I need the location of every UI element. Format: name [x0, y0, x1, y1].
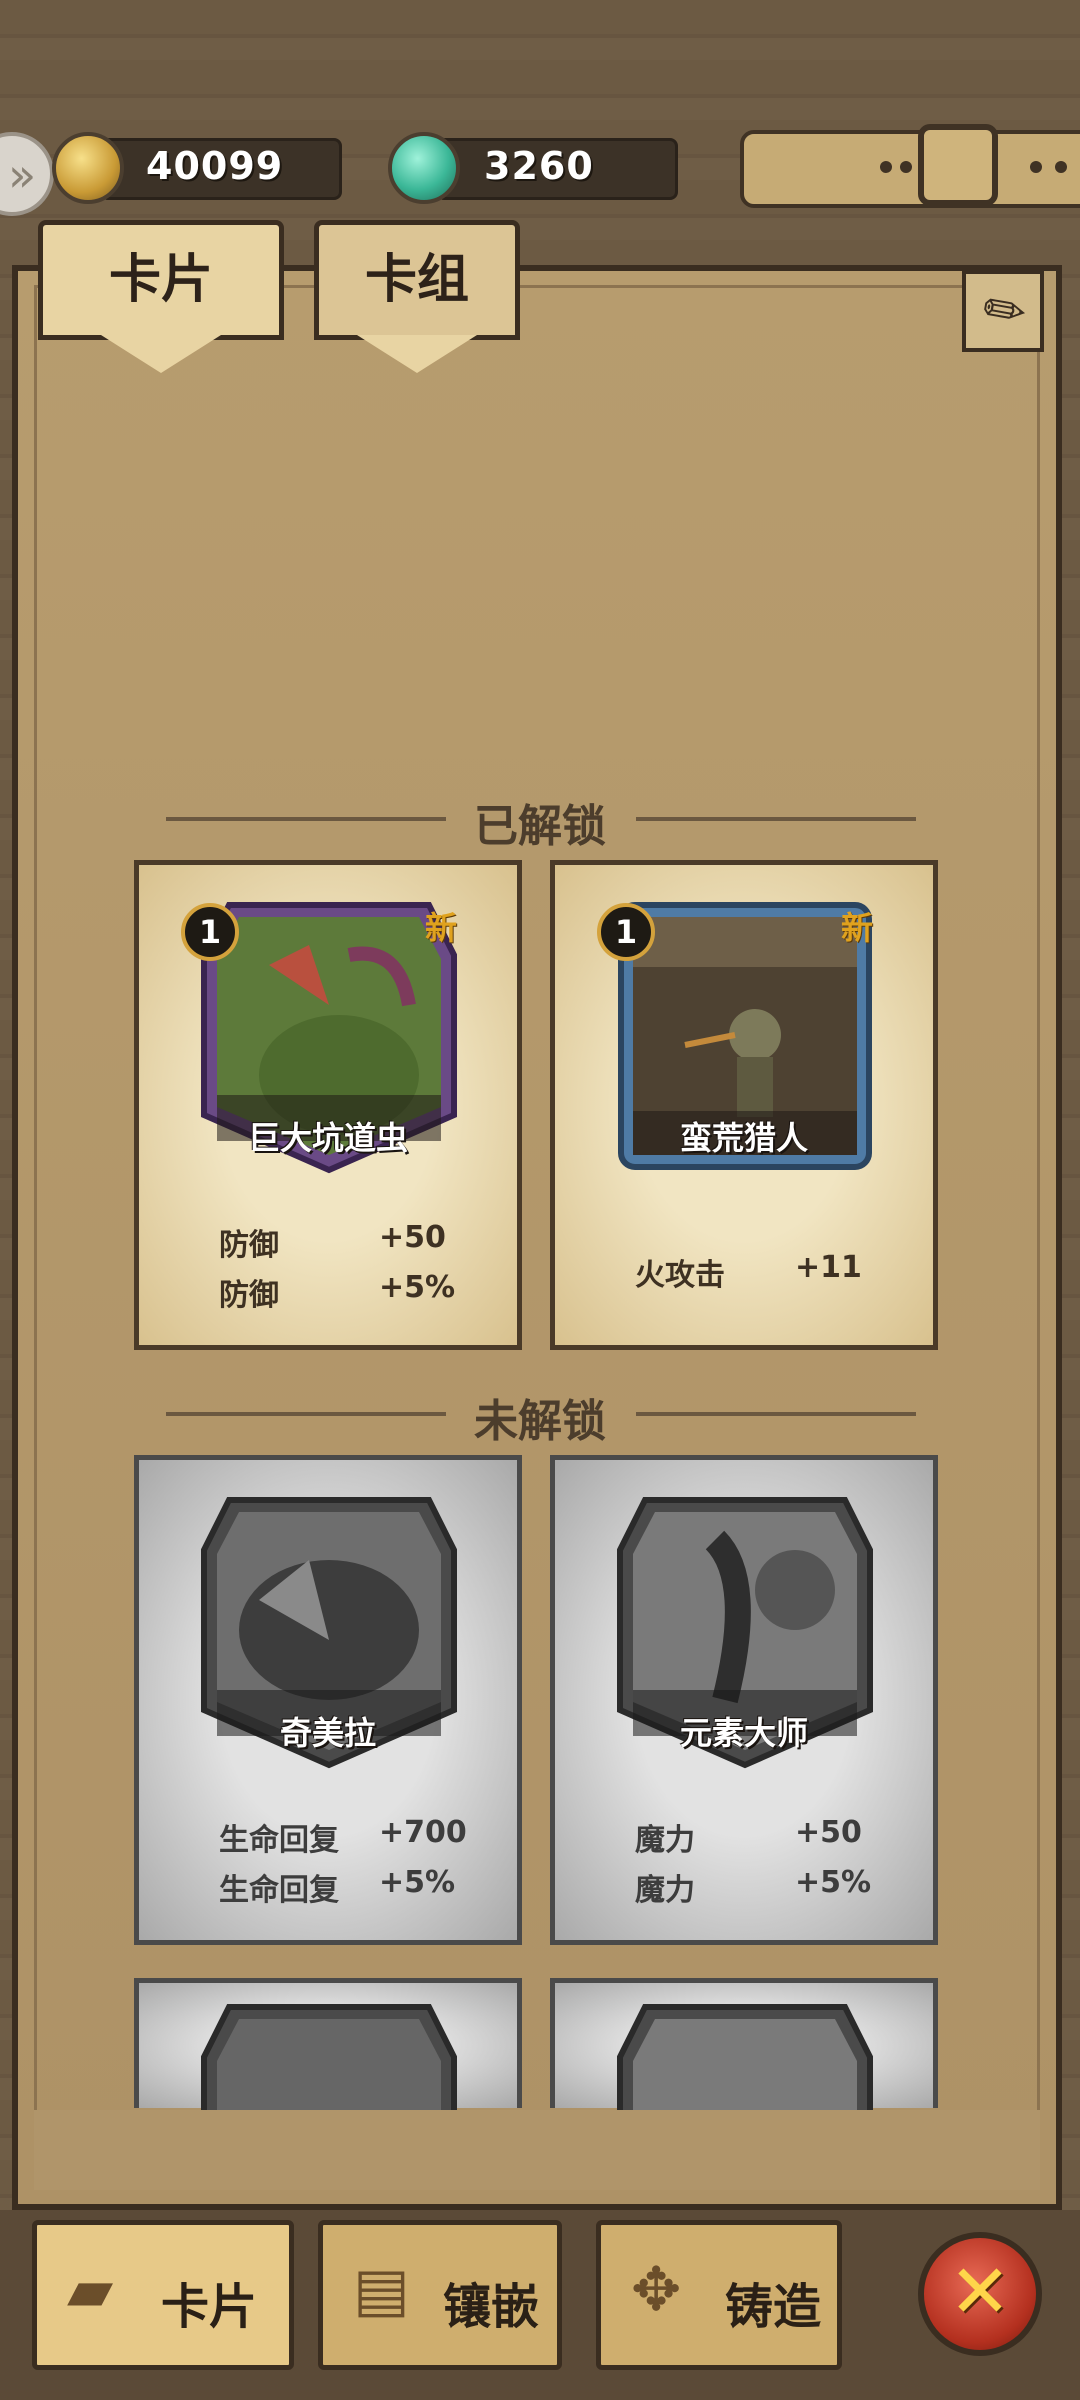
nav-forge-button[interactable]: ✥ 铸造: [596, 2220, 842, 2370]
card-stat-row: 生命回复 +5%: [219, 1865, 469, 1909]
stat-value: +5%: [379, 1270, 456, 1305]
nav-inlay-button[interactable]: ▤ 镶嵌: [318, 2220, 562, 2370]
book-icon: ▤: [353, 2255, 410, 2325]
nav-forge-label: 铸造: [725, 2279, 822, 2335]
belt-stud: [1030, 161, 1042, 173]
stat-value: +5%: [379, 1865, 456, 1900]
close-x-icon: ✕: [948, 2249, 1011, 2335]
nav-cards-label: 卡片: [161, 2279, 258, 2335]
card-partial[interactable]: [134, 1978, 522, 2117]
new-badge: 新: [425, 909, 458, 947]
card-stat-row: 生命回复 +700: [219, 1815, 469, 1859]
gray-hex-frame: [617, 2004, 873, 2117]
stat-label: 生命回复: [219, 1823, 339, 1858]
card-name: 巨大坑道虫: [247, 1119, 408, 1157]
tab-decks[interactable]: 卡组: [314, 220, 520, 373]
card-level-badge: 1: [597, 903, 655, 961]
close-button[interactable]: ✕: [918, 2232, 1042, 2356]
forge-icon: ✥: [631, 2255, 682, 2325]
card-name: 元素大师: [679, 1714, 808, 1752]
card-name: 蛮荒猎人: [679, 1119, 808, 1157]
nav-cards-button[interactable]: ▰ 卡片: [32, 2220, 294, 2370]
nav-inlay-label: 镶嵌: [443, 2279, 540, 2335]
stat-label: 魔力: [635, 1873, 695, 1908]
unlocked-section-title: 已解锁: [474, 801, 606, 852]
belt-stud: [1055, 161, 1067, 173]
card-stat-row: 魔力 +5%: [635, 1865, 885, 1909]
gold-nugget-icon: [52, 132, 124, 204]
tab-cards-label: 卡片: [108, 250, 213, 310]
gold-amount: 40099: [146, 144, 284, 188]
card-stat-row: 魔力 +50: [635, 1815, 885, 1859]
stat-label: 火攻击: [635, 1258, 725, 1293]
stat-value: +50: [379, 1220, 446, 1255]
stat-value: +5%: [795, 1865, 872, 1900]
cards-icon: ▰: [67, 2255, 114, 2325]
card-stat-row: 火攻击 +11: [635, 1250, 885, 1294]
double-chevron-right-icon: »: [8, 148, 37, 202]
card-name: 奇美拉: [279, 1714, 376, 1752]
card-elemental-master[interactable]: 元素大师 魔力 +50 魔力 +5%: [550, 1455, 938, 1945]
card-stat-row: 防御 +50: [219, 1220, 469, 1264]
locked-section-title: 未解锁: [474, 1396, 606, 1447]
card-stat-row: 防御 +5%: [219, 1270, 469, 1314]
card-level-badge: 1: [181, 903, 239, 961]
card-savage-hunter[interactable]: 1 新 蛮荒猎人 火攻击 +11: [550, 860, 938, 1350]
belt-stud: [900, 161, 912, 173]
panel-footer: [34, 2110, 1040, 2190]
belt-stud: [880, 161, 892, 173]
belt-buckle-icon: [918, 124, 998, 206]
stat-label: 魔力: [635, 1823, 695, 1858]
gray-hex-frame: [201, 2004, 457, 2117]
gem-amount: 3260: [484, 144, 594, 188]
card-giant-tunnel-worm[interactable]: 1 新 巨大坑道虫 防御 +50 防御 +5%: [134, 860, 522, 1350]
card-chimera[interactable]: 奇美拉 生命回复 +700 生命回复 +5%: [134, 1455, 522, 1945]
stat-value: +700: [379, 1815, 467, 1850]
new-badge: 新: [841, 909, 874, 947]
stat-value: +50: [795, 1815, 862, 1850]
stat-label: 防御: [219, 1278, 279, 1313]
edit-brush-button[interactable]: ✎: [962, 270, 1044, 352]
tab-cards[interactable]: 卡片: [38, 220, 284, 373]
stat-label: 生命回复: [219, 1873, 339, 1908]
card-partial[interactable]: [550, 1978, 938, 2117]
stat-value: +11: [795, 1250, 862, 1285]
tab-decks-label: 卡组: [364, 250, 469, 310]
crystal-gem-icon: [388, 132, 460, 204]
brush-icon: ✎: [971, 275, 1039, 347]
stat-label: 防御: [219, 1228, 279, 1263]
